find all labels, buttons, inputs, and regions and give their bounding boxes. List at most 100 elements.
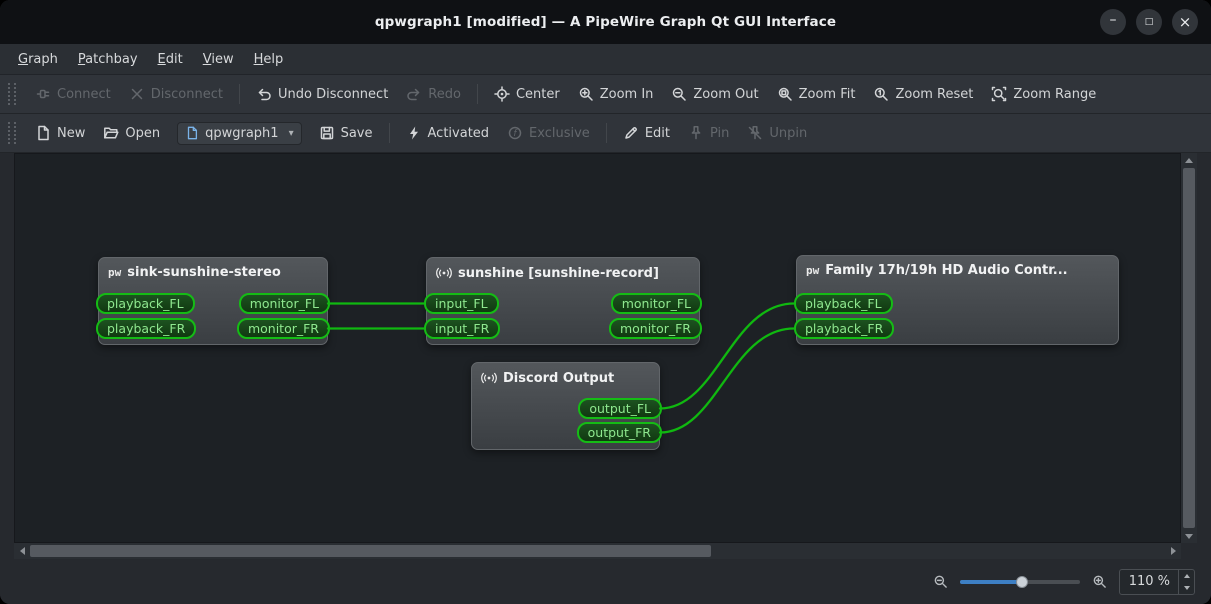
zoom-range-icon [992,86,1007,102]
toolbar-separator [605,123,607,143]
zoom-in-icon [579,87,593,101]
node-family-hd-audio[interactable]: pw Family 17h/19h HD Audio Contr... play… [794,255,1119,345]
zoom-in-button[interactable]: Zoom In [569,80,663,108]
port-playback-fl[interactable]: playback_FL [96,293,195,314]
exclusive-button[interactable]: f Exclusive [498,119,599,147]
exclusive-icon: f [508,126,522,140]
zoom-value[interactable]: 110 % [1120,570,1178,594]
port-playback-fr[interactable]: playback_FR [794,318,895,339]
open-label: Open [125,125,161,141]
port-input-fr[interactable]: input_FR [424,318,501,339]
open-folder-icon [104,127,119,139]
node-discord-output[interactable]: Discord Output output_FL output_FR [471,362,662,450]
window-title: qpwgraph1 [modified] — A PipeWire Graph … [374,14,837,30]
scroll-left-button[interactable] [14,543,30,559]
application-icon [481,372,497,384]
scroll-right-button[interactable] [1165,543,1181,559]
menu-view[interactable]: View [193,47,244,72]
save-button[interactable]: Save [310,119,382,147]
zoom-fit-icon [778,87,792,101]
toolbar-edit: Connect Disconnect Undo Disconnect Redo … [0,75,1211,114]
zoom-out-label: Zoom Out [693,86,759,102]
node-title-text: Discord Output [503,370,615,386]
open-button[interactable]: Open [94,119,169,147]
node-sunshine[interactable]: sunshine [sunshine-record] input_FL inpu… [424,257,702,345]
zoom-slider-handle[interactable] [1016,575,1029,588]
horizontal-scrollbar-thumb[interactable] [30,545,711,557]
scroll-down-button[interactable] [1181,529,1197,543]
menu-help[interactable]: Help [244,47,294,72]
zoom-in-icon [1093,575,1106,588]
redo-button[interactable]: Redo [397,80,470,108]
exclusive-label: Exclusive [529,125,590,141]
workspace: pw sink-sunshine-stereo playback_FL play… [0,153,1211,604]
minimize-icon: – [1109,12,1117,28]
zoom-slider[interactable] [960,574,1080,590]
application-icon [436,267,452,279]
spin-down-button[interactable] [1179,582,1194,594]
new-button[interactable]: New [26,119,94,147]
minimize-button[interactable]: – [1100,9,1126,35]
center-icon [494,86,510,102]
close-button[interactable]: × [1172,9,1198,35]
titlebar: qpwgraph1 [modified] — A PipeWire Graph … [0,0,1211,44]
spin-down-icon [1183,585,1190,593]
toolbar-separator [238,84,240,104]
node-title: sunshine [sunshine-record] [427,258,699,283]
edit-button[interactable]: Edit [614,119,679,147]
vertical-scrollbar-thumb[interactable] [1183,168,1195,528]
zoom-range-button[interactable]: Zoom Range [982,80,1105,108]
vertical-scrollbar[interactable] [1181,153,1197,543]
disconnect-button[interactable]: Disconnect [120,80,232,108]
zoom-reset-icon [875,87,889,101]
connect-button[interactable]: Connect [26,80,120,108]
pin-button[interactable]: Pin [679,119,738,147]
arrow-left-icon [16,547,25,555]
pin-icon [691,126,701,140]
combo-value: qpwgraph1 [205,125,279,141]
connect-icon [36,89,50,99]
node-title-text: Family 17h/19h HD Audio Contr... [825,263,1068,278]
port-playback-fr[interactable]: playback_FR [96,318,197,339]
port-monitor-fl[interactable]: monitor_FL [238,293,330,314]
port-output-fr[interactable]: output_FR [576,422,662,443]
zoom-out-button[interactable]: Zoom Out [662,80,767,108]
zoom-spinbox[interactable]: 110 % [1119,568,1195,595]
disconnect-icon [131,88,143,100]
center-button[interactable]: Center [485,80,569,108]
new-file-icon [38,125,49,141]
maximize-button[interactable]: □ [1136,9,1162,35]
port-monitor-fr[interactable]: monitor_FR [236,318,330,339]
horizontal-scrollbar[interactable] [14,543,1181,559]
toolbar-grip[interactable] [8,83,16,105]
toolbar-separator [476,84,478,104]
cables-layer [326,302,796,434]
toolbar-file: New Open qpwgraph1 ▾ Save Activated f Ex… [0,114,1211,153]
chevron-down-icon: ▾ [288,127,294,139]
port-playback-fl[interactable]: playback_FL [794,293,893,314]
horizontal-scrollbar-track[interactable] [30,543,1165,559]
menu-patchbay[interactable]: Patchbay [68,47,148,72]
unpin-button[interactable]: Unpin [738,119,816,147]
patchbay-file-combo[interactable]: qpwgraph1 ▾ [177,121,302,145]
toolbar-grip[interactable] [8,122,16,144]
zoom-reset-button[interactable]: Zoom Reset [864,80,982,108]
arrow-down-icon [1185,533,1193,543]
zoom-fit-button[interactable]: Zoom Fit [768,80,865,108]
port-input-fl[interactable]: input_FL [424,293,499,314]
port-monitor-fr[interactable]: monitor_FR [608,318,702,339]
menu-graph[interactable]: Graph [8,47,68,72]
pin-label: Pin [710,125,730,141]
menu-edit[interactable]: Edit [148,47,193,72]
zoom-out-icon [934,575,947,588]
graph-canvas[interactable]: pw sink-sunshine-stereo playback_FL play… [14,153,1181,543]
spin-up-button[interactable] [1179,570,1194,582]
undo-disconnect-button[interactable]: Undo Disconnect [247,80,397,108]
node-sink-sunshine-stereo[interactable]: pw sink-sunshine-stereo playback_FL play… [96,257,330,345]
scroll-up-button[interactable] [1181,153,1197,167]
port-output-fl[interactable]: output_FL [578,398,662,419]
activated-button[interactable]: Activated [397,119,499,147]
port-monitor-fl[interactable]: monitor_FL [610,293,702,314]
redo-icon [407,88,420,101]
disconnect-label: Disconnect [150,86,223,102]
